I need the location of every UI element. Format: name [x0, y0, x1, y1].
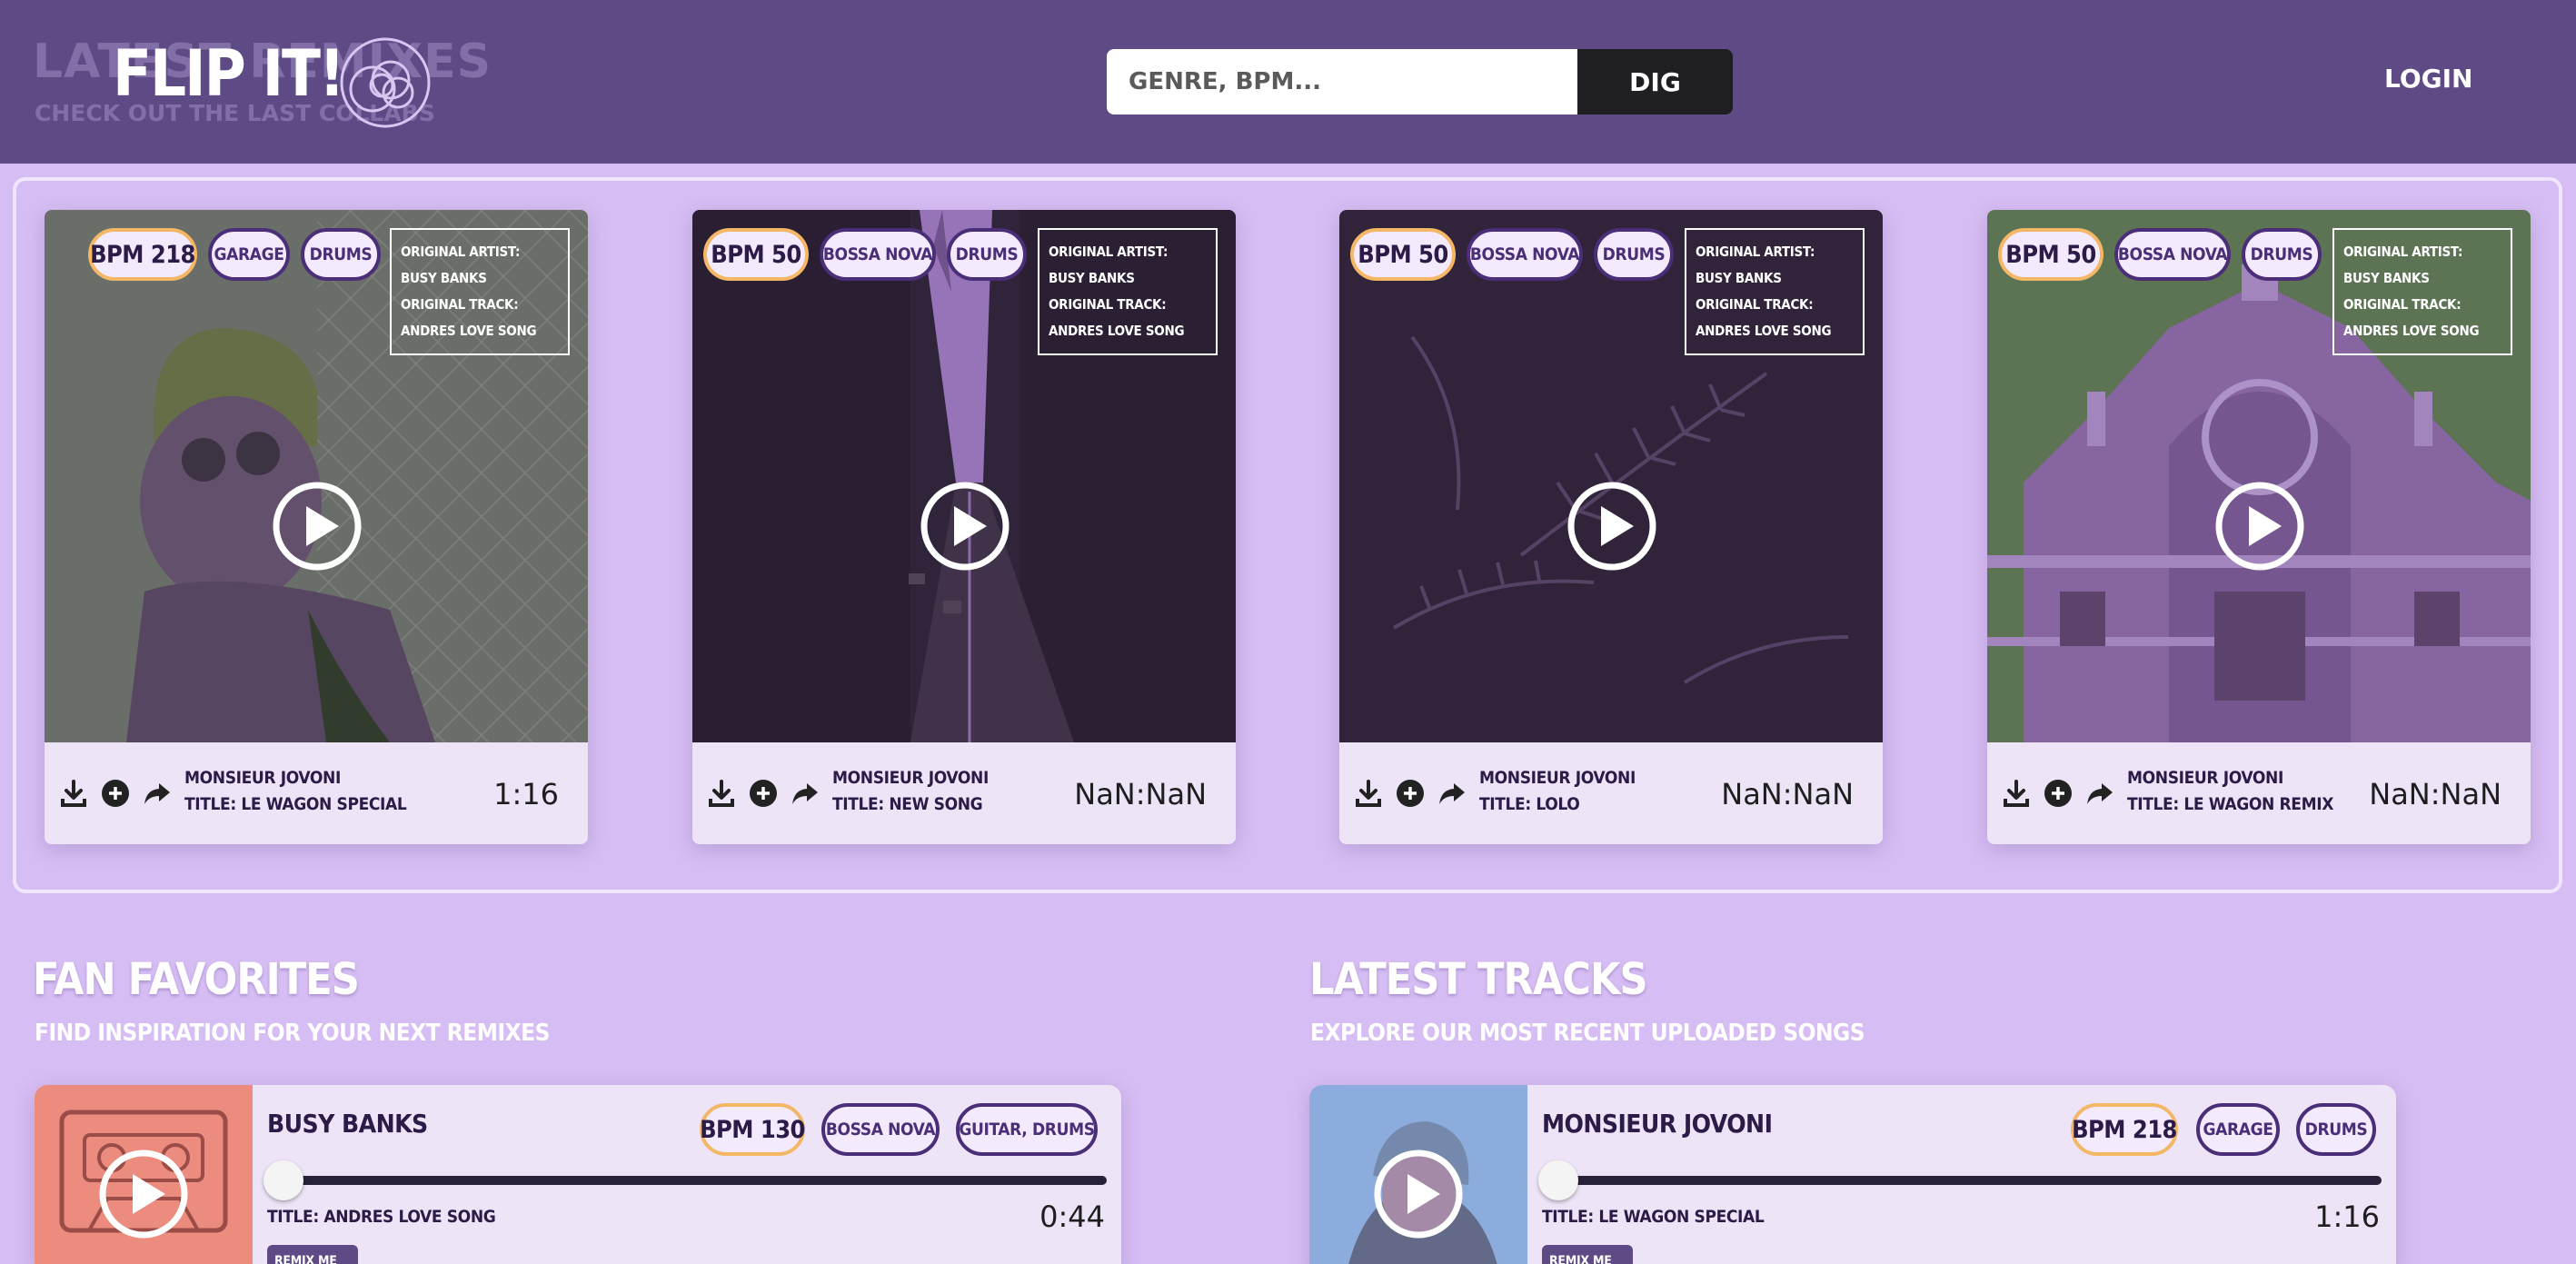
genre-tag: GARAGE: [2196, 1103, 2280, 1156]
track-title: TITLE: ANDRES LOVE SONG: [267, 1207, 496, 1227]
genre-tag: DRUMS: [2242, 228, 2322, 281]
genre-tag: BOSSA NOVA: [1467, 228, 1583, 281]
bpm-tag: BPM 50: [703, 228, 809, 281]
bpm-tag: BPM 50: [1998, 228, 2104, 281]
add-icon[interactable]: [101, 779, 130, 808]
download-icon[interactable]: [2002, 779, 2031, 808]
bpm-tag: BPM 218: [2071, 1103, 2178, 1156]
search-input[interactable]: [1107, 49, 1577, 114]
add-icon[interactable]: [2044, 779, 2073, 808]
original-artist: ORIGINAL ARTIST: BUSY BANKS: [2343, 244, 2463, 286]
genre-tag: DRUMS: [301, 228, 381, 281]
progress-knob[interactable]: [1538, 1160, 1578, 1200]
track-artwork: [1309, 1085, 1527, 1264]
track-artist-name: BUSY BANKS: [267, 1109, 428, 1139]
play-icon[interactable]: [1373, 1149, 1464, 1239]
bpm-tag: BPM 50: [1350, 228, 1456, 281]
download-icon[interactable]: [707, 779, 736, 808]
login-link[interactable]: LOGIN: [2384, 64, 2472, 94]
remix-footer: MONSIEUR JOVONI TITLE: LE WAGON REMIX Na…: [1987, 742, 2531, 844]
share-icon[interactable]: [2085, 779, 2114, 808]
play-icon[interactable]: [272, 481, 363, 572]
latest-tracks-subheading: EXPLORE OUR MOST RECENT UPLOADED SONGS: [1310, 1020, 1865, 1047]
original-track: ORIGINAL TRACK: ANDRES LOVE SONG: [1049, 296, 1185, 339]
remix-footer: MONSIEUR JOVONI TITLE: LE WAGON SPECIAL …: [45, 742, 588, 844]
progress-knob[interactable]: [264, 1160, 303, 1200]
remix-card: BPM 50 BOSSA NOVA DRUMS ORIGINAL ARTIST:…: [1987, 210, 2531, 844]
track-time: NaN:NaN: [1074, 777, 1207, 811]
original-info-box: ORIGINAL ARTIST: BUSY BANKS ORIGINAL TRA…: [2332, 228, 2512, 355]
latest-tracks-heading: LATEST TRACKS: [1309, 954, 1648, 1005]
track-artwork: [35, 1085, 253, 1264]
bpm-tag: BPM 130: [700, 1103, 805, 1156]
play-icon[interactable]: [98, 1149, 189, 1239]
vinyl-logo-icon[interactable]: [334, 36, 436, 129]
original-info-box: ORIGINAL ARTIST: BUSY BANKS ORIGINAL TRA…: [1038, 228, 1218, 355]
remix-artwork: BPM 50 BOSSA NOVA DRUMS ORIGINAL ARTIST:…: [1339, 210, 1883, 742]
logo-text[interactable]: FLIP IT!: [113, 36, 345, 111]
original-artist: ORIGINAL ARTIST: BUSY BANKS: [401, 244, 521, 286]
fan-favorites-subheading: FIND INSPIRATION FOR YOUR NEXT REMIXES: [35, 1020, 550, 1047]
add-icon[interactable]: [1396, 779, 1425, 808]
play-icon[interactable]: [2214, 481, 2305, 572]
navbar: LATEST REMIXES CHECK OUT THE LAST COLLAB…: [0, 0, 2576, 164]
genre-tag: DRUMS: [2296, 1103, 2376, 1156]
track-time: 1:16: [2314, 1199, 2380, 1234]
genre-tag: BOSSA NOVA: [2114, 228, 2231, 281]
share-icon[interactable]: [143, 779, 172, 808]
track-time: NaN:NaN: [2369, 777, 2501, 811]
search-button[interactable]: DIG: [1577, 49, 1733, 114]
download-icon[interactable]: [1354, 779, 1383, 808]
search-form: DIG: [1107, 49, 1733, 114]
remix-me-button[interactable]: REMIX ME: [1542, 1245, 1633, 1264]
original-info-box: ORIGINAL ARTIST: BUSY BANKS ORIGINAL TRA…: [390, 228, 570, 355]
original-track: ORIGINAL TRACK: ANDRES LOVE SONG: [1696, 296, 1832, 339]
track-title: TITLE: LOLO: [1479, 794, 1580, 814]
remix-footer: MONSIEUR JOVONI TITLE: LOLO NaN:NaN: [1339, 742, 1883, 844]
track-title: TITLE: NEW SONG: [832, 794, 983, 814]
original-track: ORIGINAL TRACK: ANDRES LOVE SONG: [401, 296, 537, 339]
original-artist: ORIGINAL ARTIST: BUSY BANKS: [1696, 244, 1815, 286]
remix-artwork: BPM 218 GARAGE DRUMS ORIGINAL ARTIST: BU…: [45, 210, 588, 742]
share-icon[interactable]: [791, 779, 820, 808]
track-time: 0:44: [1039, 1199, 1105, 1234]
remix-card: BPM 218 GARAGE DRUMS ORIGINAL ARTIST: BU…: [45, 210, 588, 844]
genre-tag: DRUMS: [1594, 228, 1674, 281]
bpm-tag: BPM 218: [88, 228, 197, 281]
track-title: TITLE: LE WAGON SPECIAL: [184, 794, 407, 814]
remix-artwork: BPM 50 BOSSA NOVA DRUMS ORIGINAL ARTIST:…: [692, 210, 1236, 742]
progress-track[interactable]: [1560, 1176, 2382, 1185]
play-icon[interactable]: [920, 481, 1010, 572]
track-card: MONSIEUR JOVONI BPM 218 GARAGE DRUMS TIT…: [1309, 1085, 2396, 1264]
artist-name: MONSIEUR JOVONI: [184, 768, 341, 788]
genre-tag: GARAGE: [208, 228, 290, 281]
track-artist-name: MONSIEUR JOVONI: [1542, 1109, 1773, 1139]
remix-footer: MONSIEUR JOVONI TITLE: NEW SONG NaN:NaN: [692, 742, 1236, 844]
artist-name: MONSIEUR JOVONI: [1479, 768, 1636, 788]
play-icon[interactable]: [1566, 481, 1657, 572]
track-title: TITLE: LE WAGON REMIX: [2127, 794, 2334, 814]
track-time: 1:16: [493, 777, 559, 811]
genre-tag: BOSSA NOVA: [821, 1103, 940, 1156]
genre-tag: GUITAR, DRUMS: [956, 1103, 1098, 1156]
original-artist: ORIGINAL ARTIST: BUSY BANKS: [1049, 244, 1169, 286]
track-card: BUSY BANKS BPM 130 BOSSA NOVA GUITAR, DR…: [35, 1085, 1121, 1264]
track-title: TITLE: LE WAGON SPECIAL: [1542, 1207, 1765, 1227]
artist-name: MONSIEUR JOVONI: [2127, 768, 2283, 788]
genre-tag: BOSSA NOVA: [820, 228, 936, 281]
progress-track[interactable]: [285, 1176, 1107, 1185]
original-info-box: ORIGINAL ARTIST: BUSY BANKS ORIGINAL TRA…: [1685, 228, 1865, 355]
remix-artwork: BPM 50 BOSSA NOVA DRUMS ORIGINAL ARTIST:…: [1987, 210, 2531, 742]
fan-favorites-heading: FAN FAVORITES: [33, 954, 360, 1005]
track-time: NaN:NaN: [1721, 777, 1854, 811]
add-icon[interactable]: [749, 779, 778, 808]
remix-card: BPM 50 BOSSA NOVA DRUMS ORIGINAL ARTIST:…: [692, 210, 1236, 844]
share-icon[interactable]: [1437, 779, 1467, 808]
download-icon[interactable]: [59, 779, 88, 808]
remix-me-button[interactable]: REMIX ME: [267, 1245, 358, 1264]
remix-card: BPM 50 BOSSA NOVA DRUMS ORIGINAL ARTIST:…: [1339, 210, 1883, 844]
genre-tag: DRUMS: [947, 228, 1027, 281]
original-track: ORIGINAL TRACK: ANDRES LOVE SONG: [2343, 296, 2480, 339]
artist-name: MONSIEUR JOVONI: [832, 768, 989, 788]
